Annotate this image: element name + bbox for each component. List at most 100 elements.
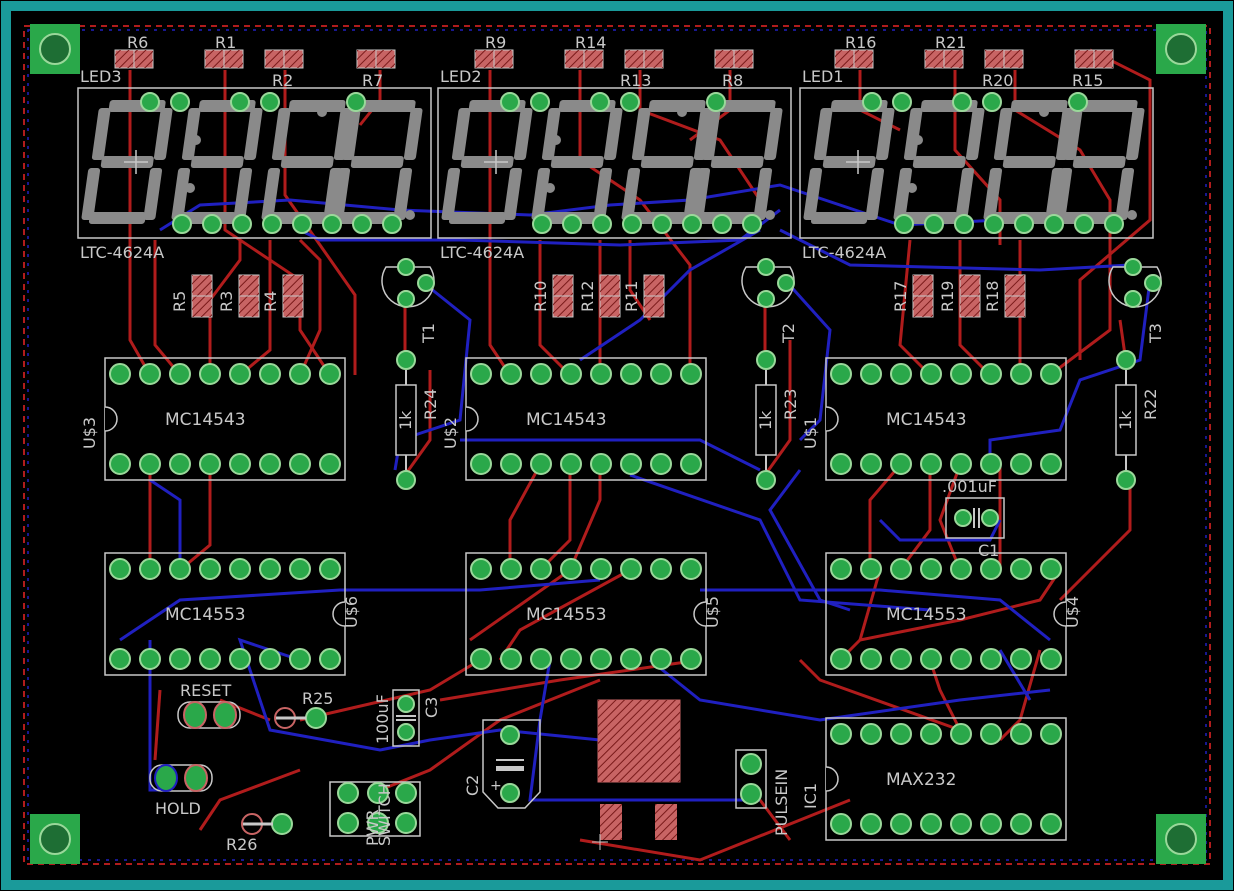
ic-pin <box>1040 453 1062 475</box>
resistor-ref: R21 <box>935 33 966 52</box>
display-pin <box>1104 214 1124 234</box>
ic-pin <box>860 453 882 475</box>
resistor-value: 1k <box>396 410 415 430</box>
resistor-ref: R12 <box>578 281 597 312</box>
ic-pin <box>920 723 942 745</box>
display-pin <box>706 92 726 112</box>
ic-pin <box>650 363 672 385</box>
resistor-axial: 1k R22 <box>1115 350 1160 490</box>
ic-pin <box>1010 558 1032 580</box>
display-pin <box>352 214 372 234</box>
top-trace <box>1078 48 1152 360</box>
ic-pin <box>139 453 161 475</box>
ic-pin <box>1040 363 1062 385</box>
ic-pin <box>169 363 191 385</box>
c3-value: 100uF <box>373 694 392 744</box>
ic-pin <box>680 558 702 580</box>
resistor-smd: R6 <box>114 33 154 69</box>
display-pin <box>1068 92 1088 112</box>
resistor-ref: R16 <box>845 33 876 52</box>
ic-part: MC14553 <box>165 605 246 625</box>
ic-pin <box>199 558 221 580</box>
ic-ref: U$3 <box>80 417 99 449</box>
ic-pin <box>920 648 942 670</box>
ic-pin <box>500 558 522 580</box>
ic-pin <box>920 558 942 580</box>
display-ref: LED1 <box>802 67 844 86</box>
ic-pin <box>980 723 1002 745</box>
ic-pin <box>890 648 912 670</box>
r26-ref: R26 <box>226 835 257 854</box>
pcb-board-layout: LED3LTC-4624ALED2LTC-4624ALED1LTC-4624A … <box>1 1 1233 890</box>
ic-pin <box>229 648 251 670</box>
resistor-pin <box>756 470 776 490</box>
transistor-pin <box>777 274 795 292</box>
ic-ref: U$6 <box>342 596 361 628</box>
top-trace <box>1058 475 1132 602</box>
transistor-ref: T3 <box>1146 323 1165 344</box>
ic-pin <box>169 648 191 670</box>
ic-pin <box>620 648 642 670</box>
ic-mc14553: MC14553 U$5 <box>465 552 722 676</box>
c2-ref: C2 <box>463 775 482 796</box>
transistor-pin <box>757 290 775 308</box>
ic-pin <box>470 363 492 385</box>
resistor-ref: R7 <box>362 71 383 90</box>
display-pin <box>590 92 610 112</box>
ic-pin <box>890 453 912 475</box>
ic-pin <box>1010 363 1032 385</box>
display-pin <box>530 92 550 112</box>
resistor-smd: R21 <box>924 33 966 69</box>
resistor-ref: R10 <box>531 281 550 312</box>
ic-mc14553: MC14553 U$6 <box>104 552 361 676</box>
top-resistor-row: R6 R1 R2 R7 R9 R14 R13 R8 R16 R21 R20 R15 <box>114 33 1114 90</box>
resistor-value: 1k <box>1116 410 1135 430</box>
resistor-smd: R7 <box>356 49 396 90</box>
ic-pin <box>890 363 912 385</box>
ic-pin <box>920 453 942 475</box>
display-pin <box>140 92 160 112</box>
resistor-pin <box>396 470 416 490</box>
ic-pin <box>650 648 672 670</box>
ic-pin <box>500 453 522 475</box>
ic-pin <box>980 453 1002 475</box>
resistor-vertical: R10 <box>531 274 574 318</box>
ic-pin <box>830 648 852 670</box>
resistor-r26: R26 <box>226 813 293 854</box>
ic-pin <box>139 558 161 580</box>
ic-pin <box>289 453 311 475</box>
resistor-smd: R9 <box>474 33 514 69</box>
ic-pin <box>950 363 972 385</box>
resistor-smd: R14 <box>564 33 606 69</box>
svg-text:+: + <box>490 778 502 794</box>
led-displays: LED3 LTC-4624A LED2 LTC-4624A LED1 LTC-4624A <box>77 67 1154 262</box>
transistor-pin <box>757 258 775 276</box>
ic-pin <box>890 558 912 580</box>
display-pin <box>742 214 762 234</box>
resistor-ref: R5 <box>170 291 189 312</box>
ic-pin <box>1040 813 1062 835</box>
display-pin <box>1014 214 1034 234</box>
seven-segment-digit <box>893 100 985 224</box>
ic-pin <box>289 363 311 385</box>
display-pin <box>500 92 520 112</box>
resistor-ref: R2 <box>272 71 293 90</box>
reset-label: RESET <box>180 681 231 700</box>
ic-pin <box>289 648 311 670</box>
ic-pin <box>590 648 612 670</box>
resistor-ref: R11 <box>622 281 641 312</box>
resistor-axial: 1k R23 <box>755 350 800 490</box>
ic-ref: U$4 <box>1063 596 1082 628</box>
display-pin <box>172 214 192 234</box>
display-part: LTC-4624A <box>802 243 886 262</box>
ic-mc14543: MC14543 U$2 <box>441 357 707 481</box>
display-pin <box>260 92 280 112</box>
resistor-ref: R4 <box>261 291 280 312</box>
display-pin <box>592 214 612 234</box>
resistor-ref: R15 <box>1072 71 1103 90</box>
ic-pin <box>199 453 221 475</box>
ic-mc14543: MC14543 U$1 <box>801 357 1067 481</box>
ic-pin <box>620 363 642 385</box>
ic-pin <box>980 813 1002 835</box>
voltage-regulator <box>592 699 681 850</box>
